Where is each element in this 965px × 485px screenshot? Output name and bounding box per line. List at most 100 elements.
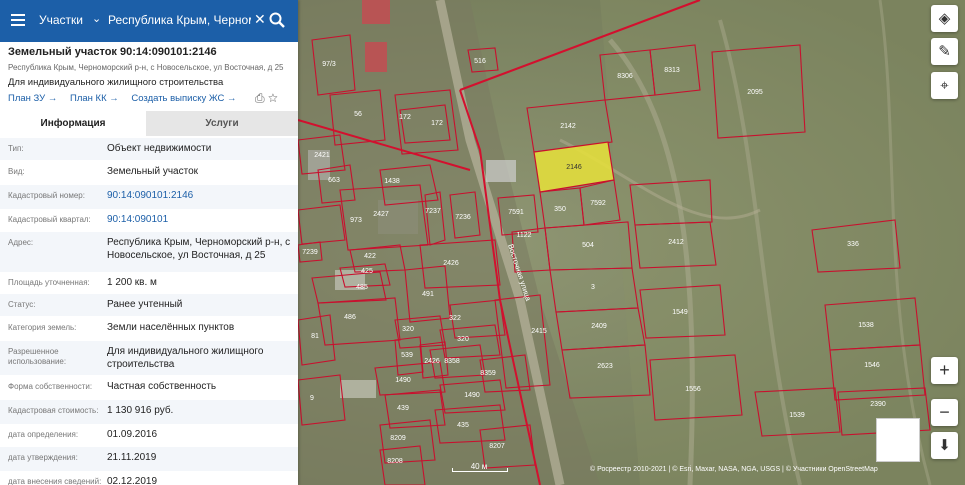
parcel-label: 422 [364, 253, 376, 260]
info-row: дата внесения сведений: 02.12.2019 [0, 471, 298, 485]
info-row: Тип: Объект недвижимости [0, 138, 298, 160]
create-extract-link[interactable]: Создать выписку ЖС → [131, 93, 236, 104]
zoom-out-button[interactable]: − [931, 399, 958, 426]
parcel-label: 350 [554, 206, 566, 213]
info-label: дата утверждения: [8, 453, 78, 462]
favorite-star-icon[interactable]: ☆ [268, 91, 278, 105]
parcel-label: 8208 [387, 458, 403, 465]
parcel-label: 1490 [395, 377, 411, 384]
chevron-down-icon[interactable]: ⌄ [92, 12, 101, 25]
map-attribution: © Росреестр 2010-2021 | © Esri, Maxar, N… [590, 466, 878, 473]
info-label: Тип: [8, 144, 24, 153]
parcel-label: 97/3 [322, 61, 336, 68]
info-row: дата определения: 01.09.2016 [0, 424, 298, 448]
parcel-links: План ЗУ → План КК → Создать выписку ЖС → [8, 93, 247, 104]
parcel-label: 425 [361, 268, 373, 275]
parcel-actions: ⎙ ☆ [255, 91, 278, 106]
parcel-label: 8358 [444, 358, 460, 365]
parcel-label: 1556 [685, 386, 701, 393]
info-value: 1 130 916 руб. [107, 405, 174, 416]
parcel-label: 7236 [455, 214, 471, 221]
info-value: Земли населённых пунктов [107, 322, 235, 333]
ruler-button[interactable]: ✎ [931, 38, 958, 65]
parcel-label: 485 [356, 284, 368, 291]
info-label: Адрес: [8, 238, 34, 247]
parcel-label: 2426 [424, 358, 440, 365]
parcel-label: 2412 [668, 239, 684, 246]
print-icon[interactable]: ⎙ [255, 91, 265, 105]
tab-services[interactable]: Услуги [146, 111, 298, 136]
locate-button[interactable]: ⌖ [931, 72, 958, 99]
info-label: Кадастровый номер: [8, 191, 85, 200]
info-value: Объект недвижимости [107, 143, 212, 154]
info-label: дата внесения сведений: [8, 477, 102, 485]
parcel-label: 539 [401, 352, 413, 359]
layers-button[interactable]: ◈ [931, 5, 958, 32]
parcel-label: 1538 [858, 322, 874, 329]
info-row: Кадастровый номер: 90:14:090101:2146 [0, 185, 298, 209]
parcel-label: 8306 [617, 73, 633, 80]
plan-kk-link[interactable]: План КК → [70, 93, 119, 104]
parcel-label: 486 [344, 314, 356, 321]
parcel-label: 7591 [508, 209, 524, 216]
parcel-label: 56 [354, 111, 362, 118]
parcel-label: 2095 [747, 89, 763, 96]
info-row: Статус: Ранее учтенный [0, 294, 298, 316]
menu-icon[interactable] [11, 14, 25, 26]
info-row: Кадастровый квартал: 90:14:090101 [0, 209, 298, 233]
parcel-label: 435 [457, 422, 469, 429]
parcel-label: 2427 [373, 211, 389, 218]
info-panel: Участки ⌄ Республика Крым, Черномор ✕ Зе… [0, 0, 298, 485]
parcel-usage: Для индивидуального жилищного строительс… [8, 77, 224, 88]
info-value: 1 200 кв. м [107, 277, 157, 288]
clear-icon[interactable]: ✕ [254, 11, 266, 28]
info-value: 02.12.2019 [107, 476, 158, 485]
minimap[interactable] [876, 418, 920, 462]
info-row: дата утверждения: 21.11.2019 [0, 447, 298, 471]
search-input[interactable]: Республика Крым, Черномор [108, 13, 251, 27]
ruler-icon: ✎ [938, 43, 951, 60]
parcel-label: 320 [402, 326, 414, 333]
parcel-label: 516 [474, 58, 486, 65]
parcel-title: Земельный участок 90:14:090101:2146 [8, 46, 217, 58]
parcel-label: 322 [449, 315, 461, 322]
category-select[interactable]: Участки [39, 13, 83, 27]
search-bar: Участки ⌄ Республика Крым, Черномор ✕ [0, 0, 298, 42]
info-label: Форма собственности: [8, 382, 93, 391]
info-label: Кадастровый квартал: [8, 215, 91, 224]
info-row: Площадь уточненная: 1 200 кв. м [0, 272, 298, 294]
parcel-label: 2623 [597, 363, 613, 370]
parcel-label: 2421 [314, 152, 330, 159]
info-label: Площадь уточненная: [8, 278, 90, 287]
info-value: Частная собственность [107, 381, 217, 392]
info-row: Вид: Земельный участок [0, 161, 298, 185]
parcel-label: 2426 [443, 260, 459, 267]
tab-info[interactable]: Информация [0, 111, 146, 138]
info-value[interactable]: 90:14:090101:2146 [107, 189, 292, 202]
info-value: Для индивидуального жилищного строительс… [107, 346, 264, 370]
locate-icon: ⌖ [940, 77, 949, 94]
compass-button[interactable]: ⬇ [931, 432, 958, 459]
parcel-label: 7592 [590, 200, 606, 207]
tabs: Информация Услуги [0, 111, 298, 138]
info-value: Земельный участок [107, 166, 199, 177]
info-row: Адрес: Республика Крым, Черноморский р-н,… [0, 232, 298, 272]
zoom-in-button[interactable]: + [931, 357, 958, 384]
info-value: Республика Крым, Черноморский р-н, с Нов… [107, 237, 291, 261]
plan-zu-link[interactable]: План ЗУ → [8, 93, 57, 104]
parcel-label: 2142 [560, 123, 576, 130]
parcel-label: 8359 [480, 370, 496, 377]
parcel-label: 504 [582, 242, 594, 249]
parcel-label: 320 [457, 336, 469, 343]
parcel-label: 8207 [489, 443, 505, 450]
parcel-label: 9 [310, 395, 314, 402]
parcel-label: 81 [311, 333, 319, 340]
info-value: Ранее учтенный [107, 299, 183, 310]
info-row: Форма собственности: Частная собственност… [0, 376, 298, 398]
zoom-out-icon: − [939, 402, 950, 422]
parcel-label: 2415 [531, 328, 547, 335]
search-icon[interactable] [268, 11, 286, 29]
parcel-label: 439 [397, 405, 409, 412]
scale-bar: 40 м [452, 462, 508, 472]
info-value[interactable]: 90:14:090101 [107, 213, 292, 226]
